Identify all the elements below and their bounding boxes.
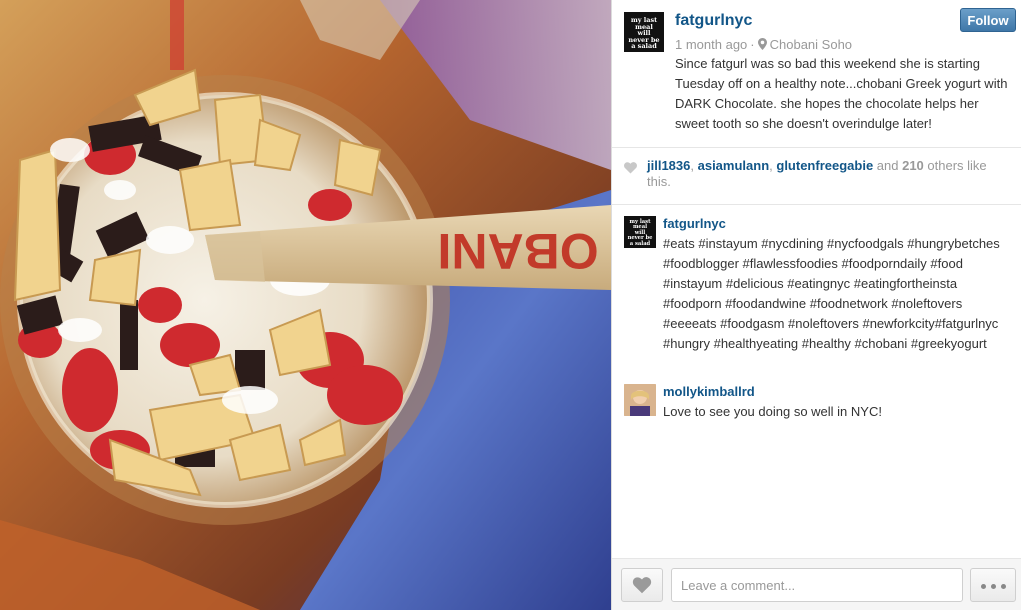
avatar[interactable]: my last meal will never be a salad bbox=[624, 12, 664, 52]
ellipsis-dot-icon bbox=[981, 584, 986, 589]
post-photo[interactable]: OBANI bbox=[0, 0, 611, 610]
location-pin-icon bbox=[757, 38, 767, 50]
likes-others-count[interactable]: 210 bbox=[902, 158, 924, 173]
ellipsis-dot-icon bbox=[991, 584, 996, 589]
comment-footer bbox=[612, 558, 1021, 610]
post-username-link[interactable]: fatgurlnyc bbox=[675, 12, 752, 30]
meta-separator: · bbox=[750, 37, 755, 52]
likes-and: and bbox=[873, 158, 903, 173]
follow-button[interactable]: Follow bbox=[960, 8, 1016, 32]
heart-icon bbox=[632, 577, 652, 594]
heart-icon bbox=[624, 162, 637, 174]
likes-comma: , bbox=[690, 158, 698, 173]
yogurt-photo-image: OBANI bbox=[0, 0, 611, 610]
like-button[interactable] bbox=[621, 568, 663, 602]
comment-username-link[interactable]: fatgurlnyc bbox=[663, 216, 726, 231]
comment-input[interactable] bbox=[671, 568, 963, 602]
comment-text: #eats #instayum #nycdining #nycfoodgals … bbox=[663, 236, 1000, 351]
post-meta: 1 month ago · Chobani Soho bbox=[675, 37, 852, 52]
comments-list: my last meal will never be a salad fatgu… bbox=[612, 205, 1021, 558]
post-side-panel: my last meal will never be a salad fatgu… bbox=[611, 0, 1021, 610]
likes-text: jill1836, asiamulann, glutenfreegabie an… bbox=[647, 158, 1007, 190]
ellipsis-dot-icon bbox=[1001, 584, 1006, 589]
likes-section: jill1836, asiamulann, glutenfreegabie an… bbox=[612, 148, 1021, 205]
post-header: my last meal will never be a salad fatgu… bbox=[612, 0, 1021, 148]
more-options-button[interactable] bbox=[970, 568, 1016, 602]
post-time[interactable]: 1 month ago bbox=[675, 37, 747, 52]
post-location-link[interactable]: Chobani Soho bbox=[770, 37, 852, 52]
liker-link[interactable]: jill1836 bbox=[647, 158, 690, 173]
avatar-text: my last meal will never be a salad bbox=[628, 16, 660, 51]
comment-item: my last meal will never be a salad fatgu… bbox=[624, 216, 1016, 386]
avatar-photo-image bbox=[624, 384, 656, 416]
avatar-text: my last meal will never be a salad bbox=[627, 219, 653, 247]
avatar[interactable]: my last meal will never be a salad bbox=[624, 216, 656, 248]
post-caption: Since fatgurl was so bad this weekend sh… bbox=[675, 56, 1008, 131]
avatar[interactable] bbox=[624, 384, 656, 416]
liker-link[interactable]: asiamulann bbox=[698, 158, 770, 173]
comment-username-link[interactable]: mollykimballrd bbox=[663, 384, 755, 399]
liker-link[interactable]: glutenfreegabie bbox=[776, 158, 873, 173]
spoon-text: OBANI bbox=[437, 223, 598, 279]
comment-text: Love to see you doing so well in NYC! bbox=[663, 404, 882, 419]
comment-item: mollykimballrd Love to see you doing so … bbox=[624, 384, 1016, 424]
